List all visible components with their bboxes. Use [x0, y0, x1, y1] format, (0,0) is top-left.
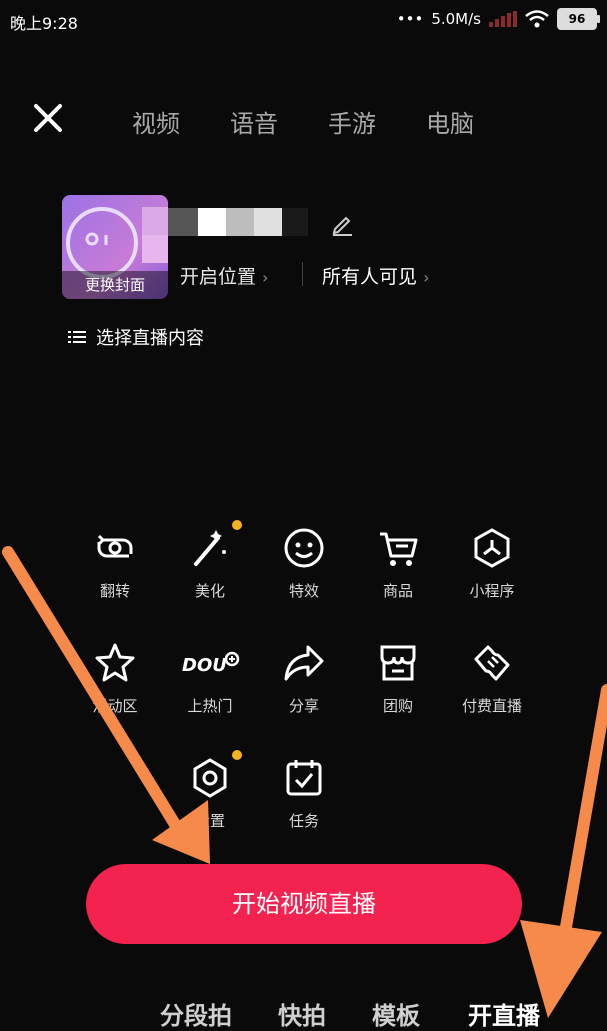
annotation-arrows: [2, 546, 607, 1018]
arrow-right: [520, 684, 607, 1018]
arrow-left: [2, 546, 210, 864]
